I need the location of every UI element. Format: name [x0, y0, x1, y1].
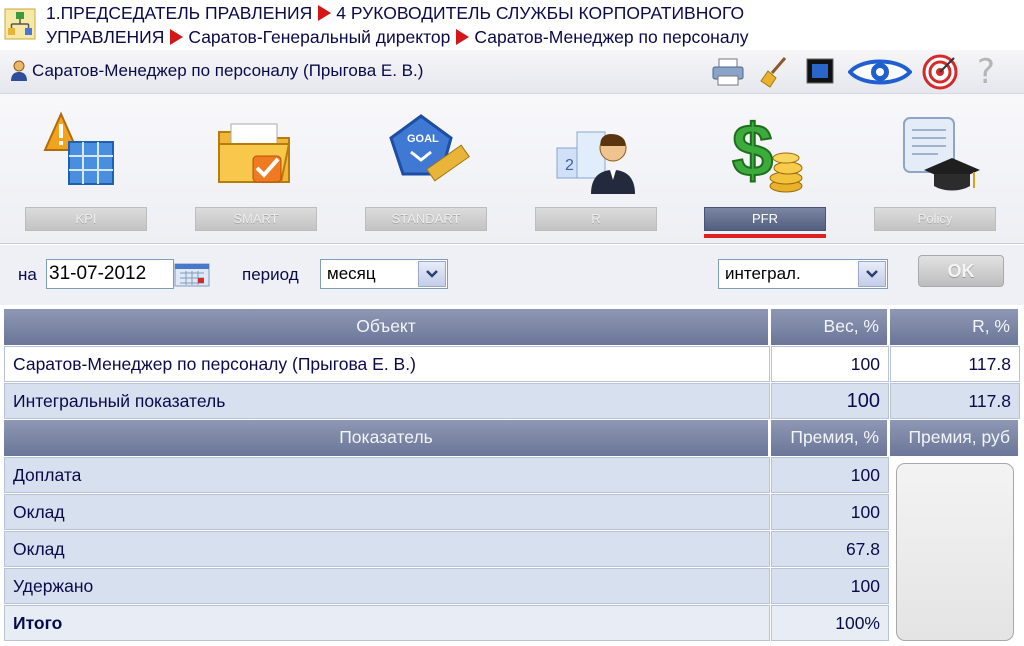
table-header-indicators: Показатель Премия, % Премия, руб [0, 420, 1024, 456]
table-row[interactable]: Оклад 100 [0, 494, 1024, 530]
indicator-name[interactable]: Доплата [4, 457, 770, 493]
indicator-bonus-pct: 100 [771, 568, 889, 604]
indicator-bonus-pct: 67.8 [771, 531, 889, 567]
object-name[interactable]: Интегральный показатель [4, 383, 770, 419]
chevron-down-icon[interactable] [418, 261, 446, 287]
monitor-icon[interactable] [802, 54, 838, 90]
total-bonus-pct: 100% [771, 605, 889, 641]
table-row[interactable]: Доплата 100 [0, 457, 1024, 493]
scroll-graduation-icon [903, 117, 980, 191]
table-row[interactable]: Оклад 67.8 [0, 531, 1024, 567]
object-name[interactable]: Саратов-Менеджер по персоналу (Прыгова Е… [4, 346, 770, 382]
mode-select[interactable]: интеграл. [718, 259, 888, 289]
module-policy-button[interactable]: Policy [874, 207, 996, 231]
breadcrumb-arrow-icon [170, 29, 184, 45]
goal-ruler-icon: GOAL [389, 114, 470, 182]
folder-check-icon [218, 123, 291, 183]
target-icon[interactable] [922, 54, 958, 90]
period-label: период [242, 265, 299, 284]
module-smart[interactable]: SMART [195, 94, 317, 242]
broom-icon[interactable] [756, 54, 792, 90]
module-kpi[interactable]: KPI [25, 94, 147, 242]
breadcrumb-link-chairman[interactable]: 1.ПРЕДСЕДАТЕЛЬ ПРАВЛЕНИЯ [46, 3, 312, 23]
col-header-r: R, % [890, 309, 1020, 345]
module-kpi-button[interactable]: KPI [25, 207, 147, 231]
module-pfr[interactable]: $ PFR [704, 94, 826, 242]
indicator-bonus-pct: 100 [771, 494, 889, 530]
eye-icon[interactable] [848, 54, 912, 90]
breadcrumb-link-head-corp-cont[interactable]: УПРАВЛЕНИЯ [46, 27, 164, 47]
breadcrumb-link-head-corp[interactable]: 4 РУКОВОДИТЕЛЬ СЛУЖБЫ КОРПОРАТИВНОГО [336, 3, 744, 23]
title-bar: Саратов-Менеджер по персоналу (Прыгова Е… [0, 50, 1024, 94]
period-select[interactable]: месяц [320, 259, 448, 289]
kpi-warning-table-icon [43, 111, 114, 185]
date-input[interactable]: 31-07-2012 [46, 259, 174, 289]
object-r: 117.8 [890, 346, 1020, 382]
table-row[interactable]: Саратов-Менеджер по персоналу (Прыгова Е… [0, 346, 1024, 382]
module-standart[interactable]: GOAL STANDART [365, 94, 487, 242]
svg-text:GOAL: GOAL [407, 133, 439, 145]
active-tab-indicator [704, 234, 826, 238]
indicator-name[interactable]: Оклад [4, 494, 770, 530]
col-header-object: Объект [4, 309, 770, 345]
table-total-row: Итого 100% [0, 605, 1024, 641]
breadcrumb-arrow-icon [318, 5, 332, 21]
help-icon[interactable]: ? [968, 54, 1004, 90]
object-r: 117.8 [890, 383, 1020, 419]
col-header-bonus-pct: Премия, % [771, 420, 889, 456]
calendar-icon[interactable] [174, 263, 210, 287]
chevron-down-icon[interactable] [858, 261, 886, 287]
breadcrumb-current-hr-manager[interactable]: Саратов-Менеджер по персоналу [474, 27, 748, 47]
module-pfr-button[interactable]: PFR [704, 207, 826, 231]
module-policy[interactable]: Policy [874, 94, 996, 242]
user-icon [11, 60, 27, 81]
svg-text:$: $ [732, 109, 773, 192]
filter-controls: на 31-07-2012 период месяц интеграл. OK [0, 245, 1024, 305]
module-smart-button[interactable]: SMART [195, 207, 317, 231]
period-select-value: месяц [327, 264, 376, 283]
table-header-objects: Объект Вес, % R, % [0, 309, 1024, 345]
ok-button[interactable]: OK [918, 255, 1004, 287]
col-header-weight: Вес, % [771, 309, 889, 345]
module-r[interactable]: 2 R [535, 94, 657, 242]
page-title: Саратов-Менеджер по персоналу (Прыгова Е… [32, 61, 424, 80]
podium-person-icon: 2 [556, 131, 635, 194]
breadcrumb-arrow-icon [456, 29, 470, 45]
mode-select-value: интеграл. [725, 264, 801, 283]
breadcrumb: 1.ПРЕДСЕДАТЕЛЬ ПРАВЛЕНИЯ 4 РУКОВОДИТЕЛЬ С… [0, 0, 1024, 50]
indicator-name[interactable]: Удержано [4, 568, 770, 604]
toolbar: ? [710, 54, 1004, 90]
date-label: на [18, 265, 37, 284]
indicator-name[interactable]: Оклад [4, 531, 770, 567]
indicator-bonus-pct: 100 [771, 457, 889, 493]
printer-icon[interactable] [710, 54, 746, 90]
dollar-coins-icon: $ [731, 108, 803, 193]
table-row[interactable]: Удержано 100 [0, 568, 1024, 604]
org-structure-icon[interactable] [4, 8, 36, 40]
table-row[interactable]: Интегральный показатель 100 117.8 [0, 383, 1024, 419]
breadcrumb-link-general-director[interactable]: Саратов-Генеральный директор [188, 27, 450, 47]
total-label: Итого [4, 605, 770, 641]
object-weight: 100 [771, 346, 889, 382]
module-standart-button[interactable]: STANDART [365, 207, 487, 231]
results-table: Объект Вес, % R, % Саратов-Менеджер по п… [0, 305, 1024, 646]
object-weight: 100 [771, 383, 889, 419]
col-header-bonus-rub: Премия, руб [890, 420, 1020, 456]
module-tabs: KPI SMART GOAL STANDART 2 R $ PFR Policy [0, 94, 1024, 244]
module-r-button[interactable]: R [535, 207, 657, 231]
svg-text:2: 2 [565, 157, 574, 174]
bonus-rub-panel [896, 463, 1014, 641]
col-header-indicator: Показатель [4, 420, 770, 456]
